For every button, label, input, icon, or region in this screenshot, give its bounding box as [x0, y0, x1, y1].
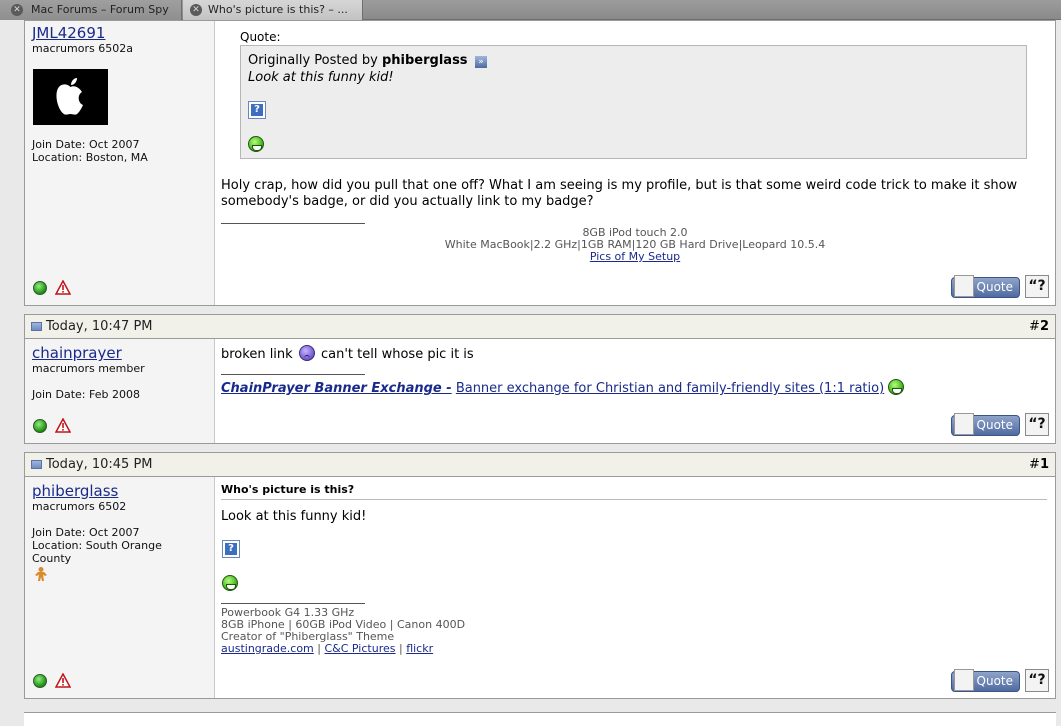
quote-box: Originally Posted by phiberglass » Look … [240, 45, 1027, 159]
post-number[interactable]: #2 [1029, 319, 1049, 334]
post-date-text: Today, 10:45 PM [46, 457, 153, 472]
post-content: Who's picture is this? Look at this funn… [221, 477, 1049, 698]
post-number-value: 2 [1039, 319, 1049, 334]
post-header: Today, 10:47 PM #2 [25, 315, 1055, 339]
quote-author: phiberglass [381, 53, 468, 68]
user-info-pane: chainprayer macrumors member Join Date: … [25, 339, 215, 443]
username-link[interactable]: JML42691 [32, 24, 105, 42]
close-icon[interactable]: ✕ [11, 4, 23, 16]
gingerbread-badge-icon [35, 567, 47, 581]
post-chainprayer: Today, 10:47 PM #2 chainprayer macrumors… [24, 314, 1056, 444]
signature-divider [221, 223, 365, 224]
tab-mac-forums[interactable]: ✕ Mac Forums – Forum Spy [0, 0, 182, 20]
image-placeholder-icon[interactable]: ? [248, 101, 266, 119]
post-subject: Who's picture is this? [221, 483, 355, 496]
join-date: Join Date: Feb 2008 [32, 388, 140, 401]
quote-prefix: Originally Posted by [248, 53, 378, 68]
online-status-icon [33, 281, 47, 295]
grin-smiley-icon [248, 136, 264, 152]
tab-whos-picture[interactable]: ✕ Who's picture is this? – ... [183, 0, 363, 20]
post-body: Look at this funny kid! [221, 509, 367, 524]
apple-logo [33, 69, 108, 125]
post-phiberglass: Today, 10:45 PM #1 phiberglass macrumors… [24, 452, 1056, 699]
signature: 8GB iPod touch 2.0 White MacBook|2.2 GHz… [221, 227, 1049, 263]
view-post-icon[interactable]: » [475, 56, 487, 68]
user-title: macrumors 6502 [32, 500, 127, 513]
frown-smiley-icon [298, 345, 315, 361]
post-doc-icon [31, 460, 42, 469]
user-info-pane: JML42691 macrumors 6502a Join Date: Oct … [25, 21, 215, 305]
location-line-2: County [32, 552, 72, 565]
report-icon[interactable] [55, 418, 71, 434]
multiquote-button[interactable]: “? [1025, 275, 1049, 298]
post-body-text-1: broken link [221, 347, 293, 362]
join-date: Join Date: Oct 2007 [32, 526, 140, 539]
tab-label: Who's picture is this? – ... [208, 3, 348, 16]
post-date: Today, 10:45 PM [31, 457, 153, 472]
quote-button[interactable]: Quote [951, 275, 1020, 298]
sig-link-flickr[interactable]: flickr [406, 642, 433, 655]
browser-tab-bar: ✕ Mac Forums – Forum Spy ✕ Who's picture… [0, 0, 1061, 20]
tab-label: Mac Forums – Forum Spy [31, 3, 169, 16]
post-body-text-2: can't tell whose pic it is [320, 347, 474, 362]
post-header: Today, 10:45 PM #1 [25, 453, 1055, 477]
quote-button-label: Quote [976, 418, 1013, 432]
grin-smiley-icon [888, 379, 905, 395]
username-link[interactable]: phiberglass [32, 482, 118, 500]
post-body: Holy crap, how did you pull that one off… [221, 178, 1018, 209]
post-doc-icon [31, 322, 42, 331]
close-icon[interactable]: ✕ [190, 4, 202, 16]
quote-pad-icon [954, 275, 974, 297]
quote-button-label: Quote [976, 280, 1013, 294]
post-date: Today, 10:47 PM [31, 319, 153, 334]
sig-link-austingrade[interactable]: austingrade.com [221, 642, 314, 655]
sig-link-cc-pictures[interactable]: C&C Pictures [324, 642, 395, 655]
online-status-icon [33, 674, 47, 688]
post-number-prefix: # [1029, 319, 1040, 334]
user-info-pane: phiberglass macrumors 6502 Join Date: Oc… [25, 477, 215, 698]
image-placeholder-icon[interactable]: ? [222, 540, 240, 558]
post-number-value: 1 [1039, 457, 1049, 472]
location: Location: Boston, MA [32, 151, 148, 164]
multiquote-button[interactable]: “? [1025, 413, 1049, 436]
report-icon[interactable] [55, 280, 71, 296]
report-icon[interactable] [55, 673, 71, 689]
location-line-1: Location: South Orange [32, 539, 162, 552]
online-status-icon [33, 419, 47, 433]
user-title: macrumors 6502a [32, 42, 133, 55]
quote-attribution: Originally Posted by phiberglass [248, 53, 468, 68]
post-content: broken link can't tell whose pic it is C… [221, 339, 1049, 443]
username-link[interactable]: chainprayer [32, 344, 122, 362]
next-post-edge [24, 712, 1056, 726]
post-jml42691: JML42691 macrumors 6502a Join Date: Oct … [24, 20, 1056, 306]
quote-button-label: Quote [976, 674, 1013, 688]
quote-pad-icon [954, 669, 974, 691]
subject-divider [221, 499, 1047, 500]
multiquote-button[interactable]: “? [1025, 669, 1049, 692]
quote-text: Look at this funny kid! [248, 70, 394, 85]
quote-button[interactable]: Quote [951, 669, 1020, 692]
banner-exchange-title-link[interactable]: ChainPrayer Banner Exchange - [221, 381, 452, 396]
quote-button[interactable]: Quote [951, 413, 1020, 436]
post-date-text: Today, 10:47 PM [46, 319, 153, 334]
apple-icon [56, 78, 83, 115]
signature-divider [221, 603, 365, 604]
post-number[interactable]: #1 [1029, 457, 1049, 472]
sig-links: austingrade.com | C&C Pictures | flickr [221, 642, 434, 655]
post-number-prefix: # [1029, 457, 1040, 472]
quote-pad-icon [954, 413, 974, 435]
grin-smiley-icon [222, 575, 238, 591]
signature: ChainPrayer Banner Exchange - Banner exc… [221, 379, 905, 396]
sig-link-setup[interactable]: Pics of My Setup [590, 250, 680, 263]
post-content: Quote: Originally Posted by phiberglass … [221, 21, 1049, 305]
quote-label: Quote: [240, 30, 281, 44]
banner-exchange-link[interactable]: Banner exchange for Christian and family… [456, 381, 884, 396]
signature-divider [221, 374, 365, 375]
join-date: Join Date: Oct 2007 [32, 138, 140, 151]
user-title: macrumors member [32, 362, 145, 375]
post-body: broken link can't tell whose pic it is [221, 345, 474, 362]
signature: Powerbook G4 1.33 GHz 8GB iPhone | 60GB … [221, 607, 465, 655]
